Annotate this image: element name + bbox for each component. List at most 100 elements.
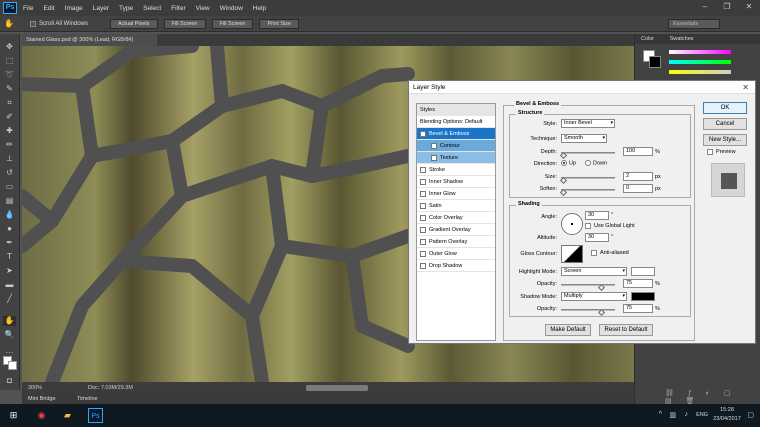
- horizontal-scrollbar[interactable]: [306, 385, 368, 391]
- direction-down-radio[interactable]: Down: [585, 160, 607, 166]
- menu-view[interactable]: View: [196, 5, 210, 12]
- checkbox-icon[interactable]: [420, 226, 426, 233]
- shadow-color-swatch[interactable]: [631, 292, 655, 301]
- document-tab[interactable]: Stained Glass.psd @ 300% (Lead, RGB/8#): [22, 34, 157, 46]
- gradient-overlay-item[interactable]: Gradient Overlay: [417, 224, 495, 236]
- pattern-overlay-item[interactable]: Pattern Overlay: [417, 236, 495, 248]
- inner-glow-item[interactable]: Inner Glow: [417, 188, 495, 200]
- checkbox-icon[interactable]: [431, 142, 437, 149]
- menu-file[interactable]: File: [23, 5, 33, 12]
- hand-tool-icon[interactable]: ✋: [3, 316, 16, 326]
- language-indicator[interactable]: ENG: [696, 412, 708, 418]
- tab-swatches[interactable]: Swatches: [670, 36, 694, 42]
- menu-image[interactable]: Image: [65, 5, 83, 12]
- actual-pixels-button[interactable]: Actual Pixels: [110, 18, 158, 29]
- dialog-close-button[interactable]: ✕: [742, 81, 749, 94]
- marquee-tool-icon[interactable]: ⬚: [3, 56, 16, 66]
- network-icon[interactable]: ▥: [669, 411, 676, 419]
- preview-checkbox[interactable]: Preview: [707, 149, 736, 155]
- reset-to-default-button[interactable]: Reset to Default: [599, 324, 653, 336]
- color-slider-g[interactable]: [669, 60, 731, 64]
- eyedropper-tool-icon[interactable]: ✐: [3, 112, 16, 122]
- type-tool-icon[interactable]: T: [3, 252, 16, 262]
- bevel-emboss-item[interactable]: Bevel & Emboss: [417, 128, 495, 140]
- drop-shadow-item[interactable]: Drop Shadow: [417, 260, 495, 272]
- highlight-opacity-slider[interactable]: [561, 283, 615, 292]
- checkbox-icon[interactable]: [420, 178, 426, 185]
- use-global-light-checkbox[interactable]: Use Global Light: [585, 223, 635, 229]
- fill-screen-button-2[interactable]: Fill Screen: [211, 18, 254, 29]
- tray-arrow-icon[interactable]: ^: [659, 411, 662, 418]
- checkbox-icon[interactable]: [420, 250, 426, 257]
- soften-slider[interactable]: [559, 188, 615, 197]
- workspace-select[interactable]: Essentials: [668, 19, 720, 29]
- notifications-icon[interactable]: ▢: [747, 411, 754, 419]
- close-window-button[interactable]: ✕: [738, 0, 760, 13]
- minimize-button[interactable]: –: [694, 0, 716, 13]
- shadow-opacity-input[interactable]: 75: [623, 304, 653, 313]
- checkbox-icon[interactable]: [420, 262, 426, 269]
- background-color-swatch[interactable]: [8, 361, 17, 370]
- shape-tool-icon[interactable]: ▬: [3, 280, 16, 290]
- clock-date[interactable]: 23/04/2017: [712, 416, 742, 422]
- style-select[interactable]: Inner Bevel: [561, 119, 615, 128]
- checkbox-icon[interactable]: [420, 166, 426, 173]
- checkbox-icon[interactable]: [420, 202, 426, 209]
- color-slider-b[interactable]: [669, 70, 731, 74]
- size-slider[interactable]: [559, 176, 615, 185]
- crop-tool-icon[interactable]: ⌗: [3, 98, 16, 108]
- dodge-tool-icon[interactable]: ●: [3, 224, 16, 234]
- menu-help[interactable]: Help: [253, 5, 266, 12]
- depth-slider[interactable]: [559, 151, 615, 160]
- menu-select[interactable]: Select: [143, 5, 161, 12]
- quick-select-tool-icon[interactable]: ✎: [3, 84, 16, 94]
- fill-screen-button[interactable]: Fill Screen: [163, 18, 206, 29]
- angle-dial[interactable]: [561, 213, 583, 235]
- move-tool-icon[interactable]: ✥: [3, 42, 16, 52]
- checkbox-icon[interactable]: [420, 190, 426, 197]
- gradient-tool-icon[interactable]: ▤: [3, 196, 16, 206]
- zoom-level[interactable]: 300%: [28, 382, 42, 394]
- clock-time[interactable]: 15:28: [712, 407, 742, 413]
- pen-tool-icon[interactable]: ✒: [3, 238, 16, 248]
- soften-input[interactable]: 0: [623, 184, 653, 193]
- anti-aliased-checkbox[interactable]: Anti-aliased: [591, 250, 629, 256]
- checkbox-icon[interactable]: [431, 154, 437, 161]
- depth-input[interactable]: 100: [623, 147, 653, 156]
- clone-stamp-tool-icon[interactable]: ⊥: [3, 154, 16, 164]
- panel-footer-icons[interactable]: ⛓ ƒ ◐ ▢ ▤ 🗑: [665, 389, 755, 405]
- volume-icon[interactable]: ♪: [685, 411, 689, 418]
- background-swatch[interactable]: [649, 56, 661, 68]
- history-brush-tool-icon[interactable]: ↺: [3, 168, 16, 178]
- checkbox-icon[interactable]: [420, 214, 426, 221]
- chrome-icon[interactable]: ◉: [34, 408, 49, 423]
- windows-start-icon[interactable]: ⊞: [6, 408, 21, 423]
- stroke-item[interactable]: Stroke: [417, 164, 495, 176]
- checkbox-icon[interactable]: [420, 238, 426, 245]
- zoom-tool-icon[interactable]: 🔍: [3, 330, 16, 340]
- cancel-button[interactable]: Cancel: [703, 118, 747, 130]
- menu-filter[interactable]: Filter: [171, 5, 185, 12]
- highlight-mode-select[interactable]: Screen: [561, 267, 627, 276]
- path-select-tool-icon[interactable]: ➤: [3, 266, 16, 276]
- document-info[interactable]: Doc: 7.03M/29.3M: [88, 382, 133, 394]
- technique-select[interactable]: Smooth: [561, 134, 607, 143]
- shadow-mode-select[interactable]: Multiply: [561, 292, 627, 301]
- outer-glow-item[interactable]: Outer Glow: [417, 248, 495, 260]
- timeline-tab[interactable]: Timeline: [77, 396, 98, 402]
- menu-window[interactable]: Window: [220, 5, 243, 12]
- eraser-tool-icon[interactable]: ▭: [3, 182, 16, 192]
- file-explorer-icon[interactable]: ▰: [60, 408, 75, 423]
- blur-tool-icon[interactable]: 💧: [3, 210, 16, 220]
- tab-color[interactable]: Color: [641, 36, 654, 42]
- menu-type[interactable]: Type: [119, 5, 133, 12]
- color-slider-r[interactable]: [669, 50, 731, 54]
- texture-item[interactable]: Texture: [417, 152, 495, 164]
- line-tool-icon[interactable]: ╱: [3, 294, 16, 304]
- menu-edit[interactable]: Edit: [43, 5, 54, 12]
- highlight-opacity-input[interactable]: 75: [623, 279, 653, 288]
- altitude-input[interactable]: 30: [585, 233, 609, 242]
- more-tools-icon[interactable]: …: [3, 346, 16, 356]
- print-size-button[interactable]: Print Size: [259, 18, 300, 29]
- highlight-color-swatch[interactable]: [631, 267, 655, 276]
